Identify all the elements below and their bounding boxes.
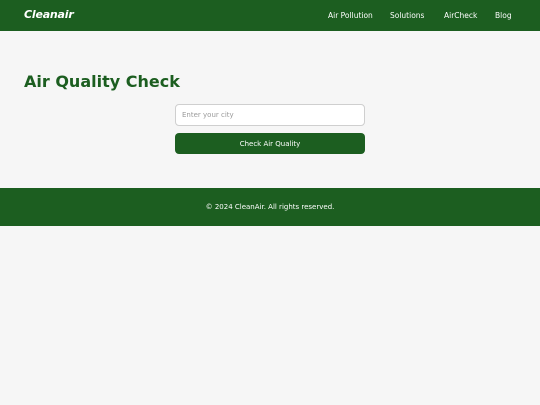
- page-title: Air Quality Check: [24, 72, 180, 91]
- nav-link-solutions[interactable]: Solutions: [390, 0, 424, 31]
- site-header: Cleanair Air Pollution Solutions AirChec…: [0, 0, 540, 31]
- check-air-quality-button[interactable]: Check Air Quality: [175, 133, 365, 154]
- copyright-text: © 2024 CleanAir. All rights reserved.: [205, 203, 335, 211]
- nav-link-blog[interactable]: Blog: [495, 0, 512, 31]
- site-footer: © 2024 CleanAir. All rights reserved.: [0, 188, 540, 226]
- nav-link-aircheck[interactable]: AirCheck: [444, 0, 477, 31]
- city-input[interactable]: [175, 104, 365, 126]
- cleanair-logo[interactable]: Cleanair: [24, 7, 74, 23]
- nav-link-air-pollution[interactable]: Air Pollution: [328, 0, 373, 31]
